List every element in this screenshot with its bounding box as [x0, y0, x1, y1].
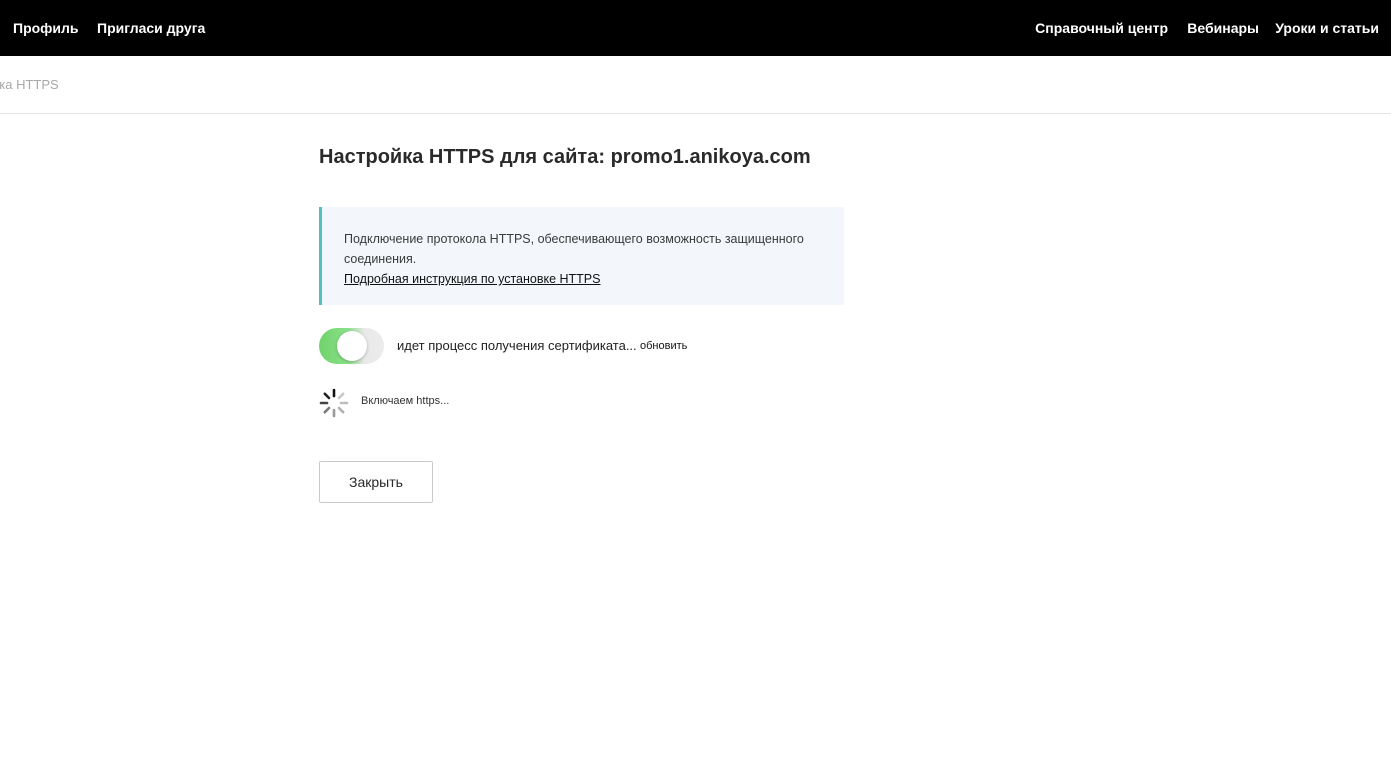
https-instructions-link[interactable]: Подробная инструкция по установке HTTPS — [344, 272, 600, 286]
refresh-link[interactable]: обновить — [640, 340, 687, 352]
close-button[interactable]: Закрыть — [319, 461, 433, 503]
spinner-icon — [319, 388, 349, 418]
nav-help-center-link[interactable]: Справочный центр — [1035, 20, 1168, 37]
certificate-status-text: идет процесс получения сертификата... — [397, 338, 637, 353]
nav-profile-link[interactable]: Профиль — [13, 20, 79, 37]
breadcrumb: йка HTTPS — [0, 56, 1391, 114]
nav-webinars-link[interactable]: Вебинары — [1187, 20, 1259, 37]
nav-invite-friend-link[interactable]: Пригласи друга — [97, 20, 205, 37]
info-box: Подключение протокола HTTPS, обеспечиваю… — [319, 207, 844, 305]
page-title: Настройка HTTPS для сайта: promo1.anikoy… — [319, 146, 811, 168]
info-text: Подключение протокола HTTPS, обеспечиваю… — [344, 232, 804, 266]
https-toggle[interactable] — [319, 328, 384, 364]
breadcrumb-current: йка HTTPS — [0, 77, 59, 92]
top-navigation-bar: Профиль Пригласи друга Справочный центр … — [0, 0, 1391, 56]
toggle-knob — [337, 331, 367, 361]
nav-lessons-link[interactable]: Уроки и статьи — [1275, 20, 1379, 37]
enabling-https-text: Включаем https... — [361, 395, 450, 407]
